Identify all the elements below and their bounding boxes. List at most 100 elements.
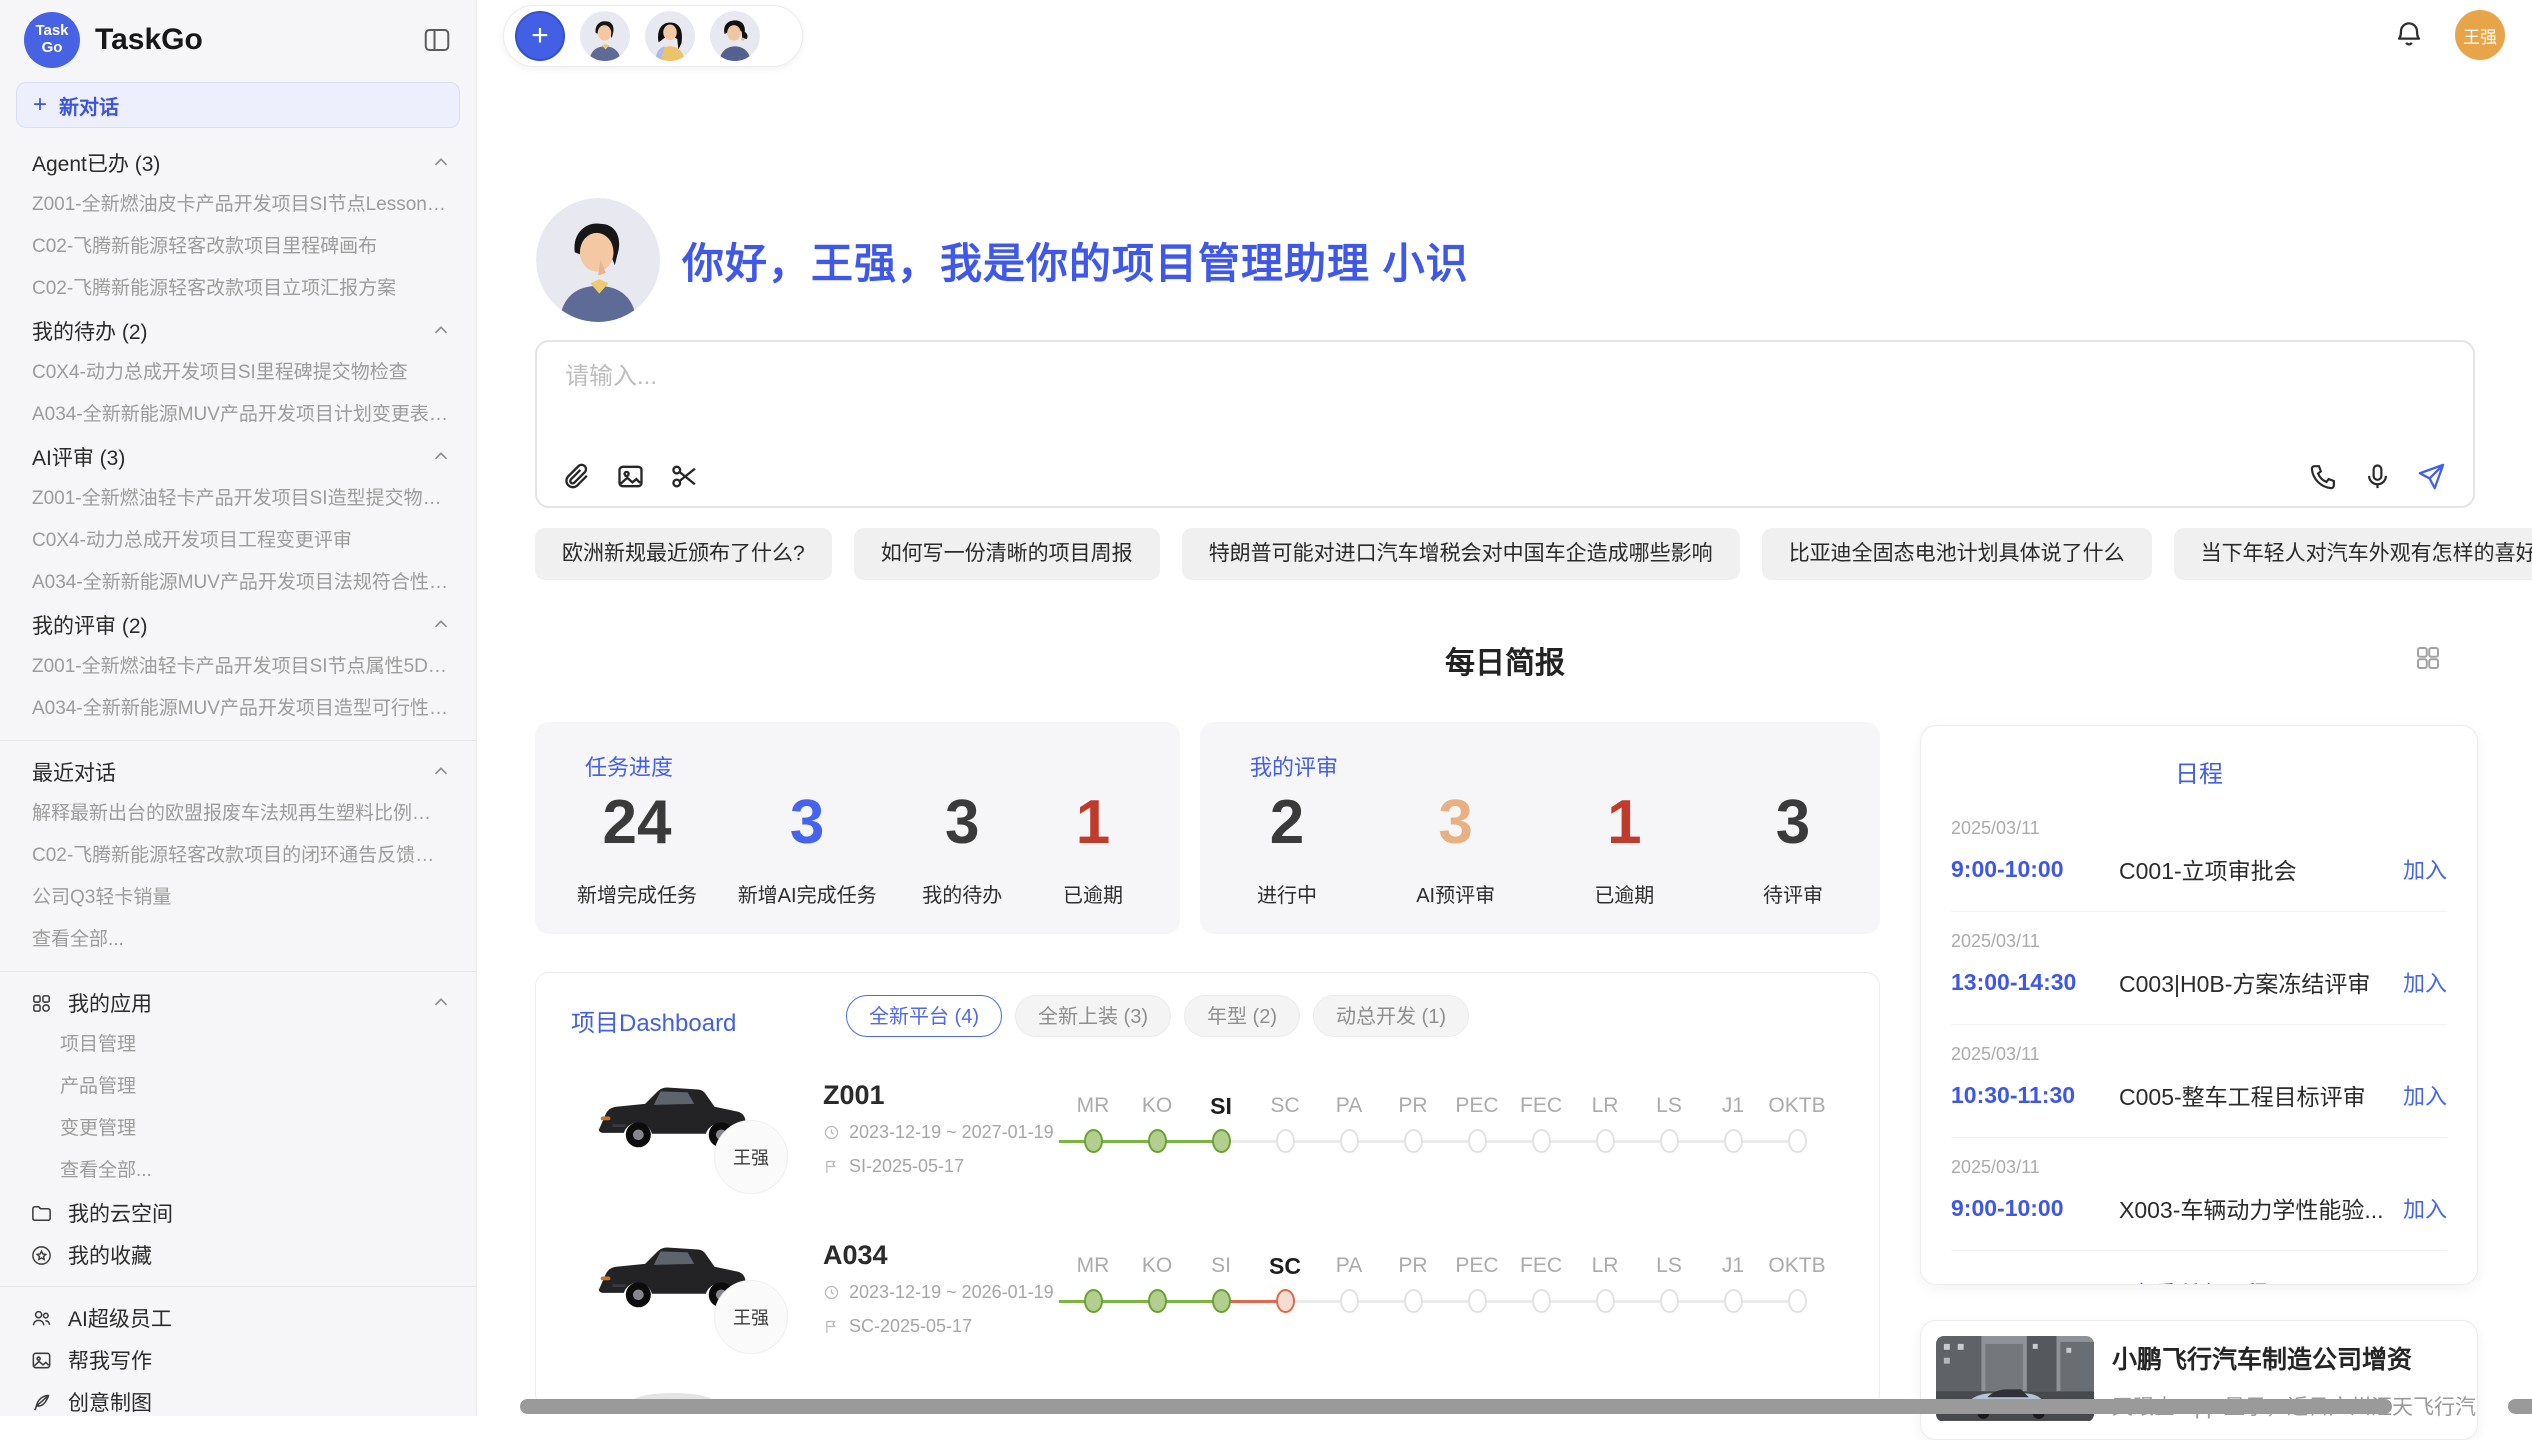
stat-new-ai-done: 3 新增AI完成任务: [738, 792, 877, 908]
milestone-dot: [1724, 1289, 1743, 1313]
main-content: + 王强 你好，王强，我是你的项目管理助理 小识: [477, 0, 2532, 1416]
view-all-schedule-link[interactable]: 查看所有日程: [1951, 1251, 2447, 1285]
section-header-ai-review[interactable]: AI评审 (3): [0, 436, 476, 478]
stat-pending-review: 3 待评审: [1748, 792, 1838, 908]
event-date: 2025/03/11: [1951, 818, 2447, 839]
avatar[interactable]: [580, 11, 630, 61]
project-row[interactable]: 王强 A034 2023-12-19 ~ 2026-01-19 SC-2025-…: [536, 1236, 1879, 1396]
greeting-section: 你好，王强，我是你的项目管理助理 小识: [536, 198, 1469, 322]
task-progress-card: 任务进度 24 新增完成任务 3 新增AI完成任务 3 我的待办 1 已逾期: [535, 722, 1180, 934]
sidebar-item-favorites[interactable]: 我的收藏: [0, 1234, 476, 1276]
image-upload-icon[interactable]: [615, 461, 646, 492]
list-item[interactable]: 公司Q3轻卡销量: [0, 877, 476, 919]
collapse-sidebar-icon[interactable]: [422, 25, 452, 55]
list-item[interactable]: Z001-全新燃油轻卡产品开发项目SI造型提交物评审: [0, 478, 476, 520]
milestone-dot: [1724, 1129, 1743, 1153]
sidebar-item-product-mgmt[interactable]: 产品管理: [0, 1066, 476, 1108]
project-owner-badge: 王强: [714, 1120, 788, 1194]
list-item[interactable]: C0X4-动力总成开发项目SI里程碑提交物检查: [0, 352, 476, 394]
clock-icon: [823, 1284, 840, 1301]
news-card[interactable]: 小鹏飞行汽车制造公司增资 天眼查 App 显示，近日广州汇天飞行汽...: [1920, 1320, 2478, 1440]
my-review-card: 我的评审 2 进行中 3 AI预评审 1 已逾期 3 待评审: [1200, 722, 1880, 934]
project-code: A034: [823, 1240, 888, 1271]
microphone-icon[interactable]: [2362, 461, 2393, 492]
list-item[interactable]: Z001-全新燃油轻卡产品开发项目SI节点属性5D文件评审: [0, 646, 476, 688]
sidebar-item-change-mgmt[interactable]: 变更管理: [0, 1108, 476, 1150]
join-link[interactable]: 加入: [2403, 1079, 2447, 1111]
suggestion-chip[interactable]: 比亚迪全固态电池计划具体说了什么: [1762, 528, 2152, 580]
view-all-recent-link[interactable]: 查看全部...: [0, 919, 476, 961]
milestone-dot: [1276, 1129, 1295, 1153]
avatar[interactable]: [710, 11, 760, 61]
list-item[interactable]: A034-全新新能源MUV产品开发项目法规符合性评审: [0, 562, 476, 604]
sidebar-item-my-apps[interactable]: 我的应用: [0, 982, 476, 1024]
project-row[interactable]: 王强 Z001 2023-12-19 ~ 2027-01-19 SI-2025-…: [536, 1076, 1879, 1236]
chevron-up-icon[interactable]: [430, 320, 452, 342]
milestone-dot: [1084, 1129, 1103, 1153]
chat-input[interactable]: [563, 362, 1767, 392]
milestone-dot: [1404, 1289, 1423, 1313]
add-session-button[interactable]: +: [515, 11, 565, 61]
chevron-up-icon[interactable]: [430, 614, 452, 636]
list-item[interactable]: C02-飞腾新能源轻客改款项目的闭环通告反馈情况: [0, 835, 476, 877]
join-link[interactable]: 加入: [2403, 966, 2447, 998]
tab-new-platform[interactable]: 全新平台 (4): [846, 995, 1002, 1037]
chevron-up-icon[interactable]: [430, 152, 452, 174]
notification-bell-icon[interactable]: [2393, 18, 2425, 50]
section-header-recent-chats[interactable]: 最近对话: [0, 751, 476, 793]
list-item[interactable]: C02-飞腾新能源轻客改款项目立项汇报方案: [0, 268, 476, 310]
divider: [0, 971, 476, 972]
list-item[interactable]: A034-全新新能源MUV产品开发项目造型可行性评审: [0, 688, 476, 730]
horizontal-scrollbar[interactable]: [520, 1399, 2392, 1414]
user-avatar[interactable]: 王强: [2455, 10, 2505, 60]
milestone-dot: [1084, 1289, 1103, 1313]
send-icon[interactable]: [2416, 461, 2447, 492]
milestone-dot: [1660, 1129, 1679, 1153]
list-item[interactable]: C0X4-动力总成开发项目工程变更评审: [0, 520, 476, 562]
list-item[interactable]: C02-飞腾新能源轻客改款项目里程碑画布: [0, 226, 476, 268]
folder-icon: [30, 1202, 53, 1225]
sidebar-item-creative-draw[interactable]: 创意制图: [0, 1381, 476, 1416]
section-header-my-review[interactable]: 我的评审 (2): [0, 604, 476, 646]
list-item[interactable]: 解释最新出台的欧盟报废车法规再生塑料比例被调至15%...: [0, 793, 476, 835]
divider: [0, 740, 476, 741]
tab-powertrain[interactable]: 动总开发 (1): [1313, 995, 1469, 1037]
suggestion-chip[interactable]: 如何写一份清晰的项目周报: [854, 528, 1160, 580]
layout-grid-icon[interactable]: [2413, 643, 2443, 673]
project-code: Z001: [823, 1080, 885, 1111]
join-link[interactable]: 加入: [2403, 853, 2447, 885]
schedule-event: 2025/03/11 9:00-10:00 X003-车辆动力学性能验... 加…: [1951, 1138, 2447, 1251]
milestone-dot: [1788, 1289, 1807, 1313]
milestone-dot: [1468, 1289, 1487, 1313]
suggestion-chip[interactable]: 特朗普可能对进口汽车增税会对中国车企造成哪些影响: [1182, 528, 1740, 580]
composer-right-tools: [2308, 461, 2447, 492]
tab-new-body[interactable]: 全新上装 (3): [1015, 995, 1171, 1037]
clock-icon: [823, 1124, 840, 1141]
chevron-up-icon[interactable]: [430, 992, 452, 1014]
phone-call-icon[interactable]: [2308, 461, 2339, 492]
suggestion-chip[interactable]: 当下年轻人对汽车外观有怎样的喜好趋势: [2174, 528, 2532, 580]
list-item[interactable]: Z001-全新燃油皮卡产品开发项目SI节点Lesson Learn报告: [0, 184, 476, 226]
join-link[interactable]: 加入: [2403, 1192, 2447, 1224]
view-all-apps-link[interactable]: 查看全部...: [0, 1150, 476, 1192]
scrollbar-right-stub[interactable]: [2508, 1399, 2532, 1414]
chevron-up-icon[interactable]: [430, 761, 452, 783]
stat-review-overdue: 1 已逾期: [1579, 792, 1669, 908]
section-header-agent-done[interactable]: Agent已办 (3): [0, 142, 476, 184]
sidebar-item-help-write[interactable]: 帮我写作: [0, 1339, 476, 1381]
attachment-icon[interactable]: [561, 461, 592, 492]
avatar[interactable]: [645, 11, 695, 61]
section-header-my-todo[interactable]: 我的待办 (2): [0, 310, 476, 352]
event-date: 2025/03/11: [1951, 931, 2447, 952]
card-title: 我的评审: [1250, 750, 1338, 782]
sidebar-item-ai-employee[interactable]: AI超级员工: [0, 1297, 476, 1339]
chevron-up-icon[interactable]: [430, 446, 452, 468]
project-dates: 2023-12-19 ~ 2026-01-19: [823, 1282, 1054, 1303]
list-item[interactable]: A034-全新新能源MUV产品开发项目计划变更表编写: [0, 394, 476, 436]
new-chat-button[interactable]: + 新对话: [16, 82, 460, 128]
tab-year-model[interactable]: 年型 (2): [1184, 995, 1300, 1037]
sidebar-item-project-mgmt[interactable]: 项目管理: [0, 1024, 476, 1066]
sidebar-item-cloud-space[interactable]: 我的云空间: [0, 1192, 476, 1234]
scissors-icon[interactable]: [669, 461, 700, 492]
suggestion-chip[interactable]: 欧洲新规最近颁布了什么?: [535, 528, 832, 580]
